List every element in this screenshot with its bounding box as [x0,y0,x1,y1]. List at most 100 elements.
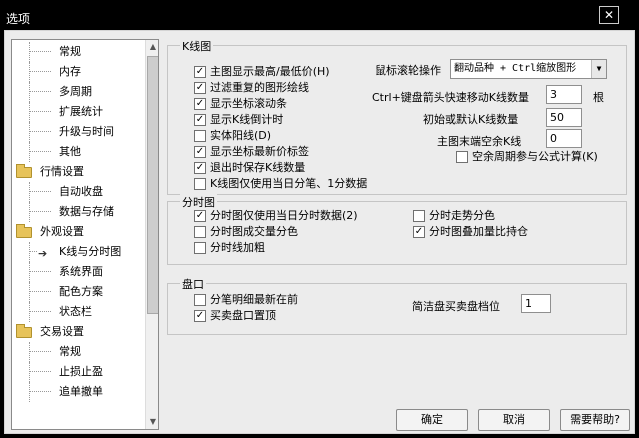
help-button[interactable]: 需要帮助? [560,409,630,431]
kline-group-title: K线图 [180,38,214,54]
tree-connector [29,302,30,322]
tree-connector [29,42,30,62]
tree-connector [29,62,30,82]
tree-connector [29,362,30,382]
wheel-label: 鼠标滚轮操作 [375,64,441,77]
tree-item[interactable]: 系统界面 [12,262,144,282]
checkbox-box[interactable] [194,242,206,254]
arrow-right-icon: ➔ [38,247,48,260]
tree-item[interactable]: 状态栏 [12,302,144,322]
tree-item[interactable]: 内存 [12,62,144,82]
checkbox-box[interactable] [413,226,425,238]
tree-connector [29,182,30,202]
tail-empty-input[interactable]: 0 [546,129,582,148]
checkbox-box[interactable] [194,294,206,306]
tree-item-label: 行情设置 [40,165,84,178]
checkbox-box[interactable] [194,162,206,174]
tree-connector [29,122,30,142]
tree-group[interactable]: 行情设置 [12,162,144,182]
ok-button[interactable]: 确定 [396,409,468,431]
tree-connector [29,111,51,112]
initial-count-input[interactable]: 50 [546,108,582,127]
tree-connector [29,382,30,402]
tree-group[interactable]: 交易设置 [12,322,144,342]
tree-item-label: 止损止盈 [59,365,103,378]
tree-item[interactable]: 常规 [12,42,144,62]
checkbox-box[interactable] [194,66,206,78]
close-icon[interactable] [599,6,619,24]
tree-connector [29,371,51,372]
tree-item[interactable]: ➔ K线与分时图 [12,242,144,262]
tree-connector [29,131,51,132]
options-dialog: 追单撤单 止损止盈 常规 交易设置 状态栏 配色方案 系统界面 ➔ K线与分时图 外观设置 数据与存… [4,30,635,434]
ctrl-move-label: Ctrl+键盘箭头快速移动K线数量 [372,91,530,104]
scroll-thumb[interactable] [147,56,158,314]
checkbox-box[interactable] [194,82,206,94]
cancel-button[interactable]: 取消 [478,409,550,431]
checkbox-box[interactable] [194,226,206,238]
tree-item-label: 内存 [59,65,81,78]
tree-connector [29,51,51,52]
tree-connector [29,202,30,222]
checkbox-box[interactable] [194,210,206,222]
tree-connector [29,102,30,122]
checkbox-box[interactable] [413,210,425,222]
folder-icon [16,224,32,238]
initial-count-label: 初始或默认K线数量 [423,113,519,126]
tree-scrollbar[interactable]: ▲ ▼ [145,40,158,429]
scroll-down-icon[interactable]: ▼ [146,415,158,429]
kline-option-checkbox-label: 过滤重复的图形绘线 [210,81,309,94]
checkbox-box[interactable] [194,98,206,110]
checkbox-box[interactable] [194,310,206,322]
tree-item[interactable]: 止损止盈 [12,362,144,382]
wheel-select[interactable]: 翻动品种 + Ctrl缩放图形 ▼ [450,59,607,79]
folder-icon [16,324,32,338]
tree-item-label: 配色方案 [59,285,103,298]
checkbox-box[interactable] [194,114,206,126]
orderbook-option-checkbox-label: 买卖盘口置顶 [210,309,276,322]
checkbox-box[interactable] [194,178,206,190]
tree-item[interactable]: 配色方案 [12,282,144,302]
tree-connector [29,242,30,262]
tree-item[interactable]: 自动收盘 [12,182,144,202]
timeshare-option-checkbox-label: 分时图仅使用当日分时数据(2) [210,209,358,222]
tree-connector [29,282,30,302]
tree-item[interactable]: 扩展统计 [12,102,144,122]
tree-connector [29,391,51,392]
title-bar: 选项 [0,0,639,34]
checkbox-box[interactable] [194,130,206,142]
tree-item[interactable]: 多周期 [12,82,144,102]
levels-input[interactable]: 1 [521,294,551,313]
wheel-select-value: 翻动品种 + Ctrl缩放图形 [454,63,577,74]
kline-option-checkbox-label: 显示坐标滚动条 [210,97,287,110]
checkbox-box[interactable] [194,146,206,158]
chevron-down-icon[interactable]: ▼ [591,60,606,78]
tree-connector [29,211,51,212]
window-title: 选项 [6,12,31,26]
tree-item-label: 常规 [59,345,81,358]
tail-empty-label: 主图末端空余K线 [437,135,522,148]
tree-group[interactable]: 外观设置 [12,222,144,242]
kline-option-checkbox-label: K线图仅使用当日分笔、1分数据 [210,177,368,190]
tree-item-label: 多周期 [59,85,92,98]
tree-item-label: 追单撤单 [59,385,103,398]
tree-item[interactable]: 其他 [12,142,144,162]
orderbook-group-title: 盘口 [180,276,206,292]
tree-item[interactable]: 升级与时间 [12,122,144,142]
settings-tree: 追单撤单 止损止盈 常规 交易设置 状态栏 配色方案 系统界面 ➔ K线与分时图 外观设置 数据与存… [11,39,159,430]
tree-item-label: 其他 [59,145,81,158]
scroll-up-icon[interactable]: ▲ [146,40,158,54]
tree-item[interactable]: 数据与存储 [12,202,144,222]
tree-connector [29,91,51,92]
tree-item-label: 扩展统计 [59,105,103,118]
tree-connector [29,342,30,362]
kline-option-checkbox-label: 显示K线倒计时 [210,113,284,126]
tree-connector [29,291,51,292]
tree-item[interactable]: 常规 [12,342,144,362]
tree-connector [29,351,51,352]
orderbook-option-checkbox-label: 分笔明细最新在前 [210,293,298,306]
ctrl-move-input[interactable]: 3 [546,85,582,104]
tree-connector [29,82,30,102]
tree-item[interactable]: 追单撤单 [12,382,144,402]
checkbox-box[interactable] [456,151,468,163]
